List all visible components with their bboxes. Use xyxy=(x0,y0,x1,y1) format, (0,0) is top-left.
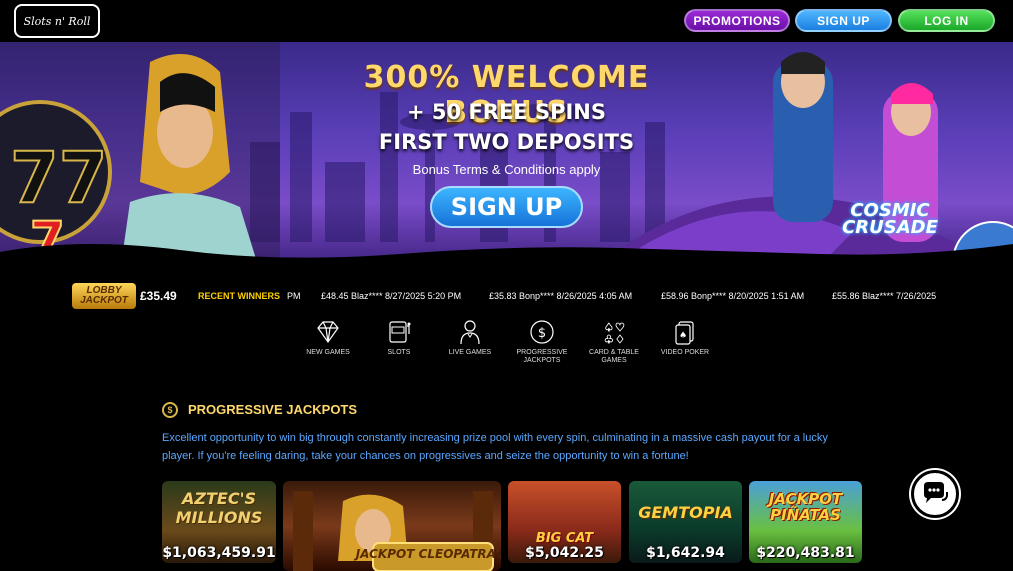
chat-bubble-icon xyxy=(924,482,948,503)
banner-terms-link[interactable]: Bonus Terms & Conditions apply xyxy=(300,162,713,177)
svg-text:♣: ♣ xyxy=(604,333,614,346)
category-label: CARD & TABLE GAMES xyxy=(589,349,639,364)
svg-text:77: 77 xyxy=(10,137,107,219)
site-header: Slots n' Roll PROMOTIONS SIGN UP LOG IN xyxy=(0,0,1013,42)
svg-text:$: $ xyxy=(538,326,546,341)
jackpot-amount: $220,483.81 xyxy=(756,545,855,561)
category-video-poker[interactable]: ♠ VIDEO POKER xyxy=(655,318,715,357)
lobby-jackpot-badge: LOBBY JACKPOT xyxy=(72,283,136,309)
game-tile-jackpot-pinatas[interactable]: JACKPOT PIÑATAS $220,483.81 xyxy=(749,481,862,563)
card-suits-icon: ♠ ♥♣ ♦ xyxy=(604,321,626,346)
promotions-button[interactable]: PROMOTIONS xyxy=(684,9,790,32)
category-label: SLOTS xyxy=(387,349,411,356)
category-label: LIVE GAMES xyxy=(448,349,492,356)
category-slots[interactable]: SLOTS xyxy=(369,318,429,357)
ticker-item: £48.45 Blaz**** 8/27/2025 5:20 PM xyxy=(321,291,462,301)
banner-deposits: FIRST TWO DEPOSITS xyxy=(378,130,635,154)
banner-free-spins: + 50 FREE SPINS xyxy=(407,100,606,124)
logo-text: Slots n' Roll xyxy=(23,14,91,28)
game-title: JACKPOT CLEOPATRA'S xyxy=(355,547,501,561)
ticker-item: £58.96 Bonp**** 8/20/2025 1:51 AM xyxy=(661,291,805,301)
game-tile-jackpot-cleopatras[interactable]: JACKPOT CLEOPATRA'S xyxy=(283,481,501,571)
jackpot-amount: $1,642.94 xyxy=(646,545,725,561)
category-label: VIDEO POKER xyxy=(660,349,710,356)
dollar-coin-icon: $ xyxy=(530,320,554,344)
login-button[interactable]: LOG IN xyxy=(898,9,995,32)
category-progressive-jackpots[interactable]: $ PROGRESSIVE JACKPOTS xyxy=(512,318,572,365)
slot-machine-icon xyxy=(389,321,411,343)
lobby-jackpot-amount: £35.49 xyxy=(140,289,177,303)
promo-banner[interactable]: 77 7 300% WELCOME BONUS + 50 FREE SPINS … xyxy=(0,42,1013,272)
category-new-games[interactable]: NEW GAMES xyxy=(298,318,358,357)
game-tile-gemtopia[interactable]: GEMTOPIA $1,642.94 xyxy=(629,481,742,563)
ticker-item: PM xyxy=(287,291,301,301)
dollar-coin-icon: $ xyxy=(162,402,178,418)
section-description: Excellent opportunity to win big through… xyxy=(162,432,828,462)
site-logo[interactable]: Slots n' Roll xyxy=(14,4,100,38)
game-tile-aztecs-millions[interactable]: AZTEC'S MILLIONS $1,063,459.91 xyxy=(162,481,276,563)
category-label: PROGRESSIVE JACKPOTS xyxy=(516,349,568,364)
section-title: PROGRESSIVE JACKPOTS xyxy=(188,402,358,417)
category-live-games[interactable]: LIVE GAMES xyxy=(440,318,500,357)
live-chat-button[interactable] xyxy=(911,470,959,518)
svg-text:♠: ♠ xyxy=(679,331,687,341)
recent-winners-label: RECENT WINNERS xyxy=(198,291,281,301)
game-title: BIG CAT xyxy=(535,531,594,546)
category-label: NEW GAMES xyxy=(306,349,350,356)
game-title: JACKPOT PIÑATAS xyxy=(768,490,843,524)
game-title: GEMTOPIA xyxy=(638,503,733,522)
cosmic-crusade-logo: COSMIC CRUSADE xyxy=(842,200,938,238)
game-title: AZTEC'S MILLIONS xyxy=(175,489,263,527)
dealer-icon xyxy=(460,320,480,345)
ticker-item: £55.86 Blaz**** 7/26/2025 xyxy=(832,291,937,301)
banner-signup-button[interactable]: SIGN UP xyxy=(430,186,583,228)
jackpot-amount: $5,042.25 xyxy=(525,545,604,561)
svg-text:♦: ♦ xyxy=(615,333,625,346)
game-tile-big-cat[interactable]: BIG CAT $5,042.25 xyxy=(508,481,621,563)
ticker-item: £35.83 Bonp**** 8/26/2025 4:05 AM xyxy=(489,291,633,301)
banner-wave-divider xyxy=(0,243,1013,272)
playing-card-icon: ♠ xyxy=(675,321,694,345)
diamond-icon xyxy=(317,321,339,344)
category-card-table-games[interactable]: ♠ ♥ ♣ ♦ CARD & TABLE GAMES xyxy=(584,318,644,365)
signup-button[interactable]: SIGN UP xyxy=(795,9,892,32)
jackpot-amount: $1,063,459.91 xyxy=(162,545,276,561)
